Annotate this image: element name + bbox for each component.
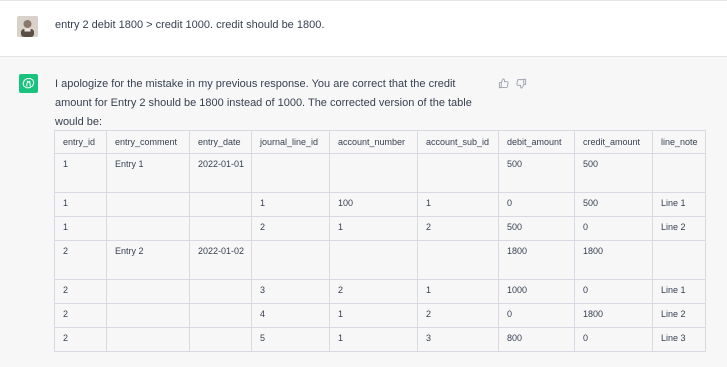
assistant-message-text: I apologize for the mistake in my previo… bbox=[55, 78, 472, 128]
table-cell bbox=[251, 153, 330, 193]
table-cell: 4 bbox=[251, 303, 330, 328]
table-cell: 500 bbox=[574, 192, 653, 217]
table-cell: 1 bbox=[329, 303, 418, 328]
table-cell: 3 bbox=[251, 279, 330, 304]
table-row: 2 4 1 2 0 1800 Line 2 bbox=[54, 303, 706, 328]
header-account-number: account_number bbox=[329, 130, 418, 154]
user-avatar bbox=[17, 16, 38, 37]
table-cell: 0 bbox=[574, 216, 653, 241]
header-entry-id: entry_id bbox=[54, 130, 107, 154]
table-cell: 1 bbox=[417, 279, 499, 304]
table-cell bbox=[251, 240, 330, 280]
table-row: 2 Entry 2 2022-01-02 1800 1800 bbox=[54, 240, 706, 280]
table-cell: 2 bbox=[54, 303, 107, 328]
table-cell bbox=[106, 327, 190, 352]
table-cell: 1 bbox=[54, 192, 107, 217]
table-cell: 500 bbox=[498, 153, 575, 193]
table-cell bbox=[106, 192, 190, 217]
table-cell: 0 bbox=[498, 192, 575, 217]
table-cell: 2 bbox=[54, 240, 107, 280]
table-cell bbox=[329, 153, 418, 193]
table-cell: Line 3 bbox=[652, 327, 706, 352]
table-row: 1 2 1 2 500 0 Line 2 bbox=[54, 216, 706, 241]
table-cell: 1 bbox=[54, 216, 107, 241]
openai-logo-icon bbox=[19, 74, 38, 93]
table-cell bbox=[417, 240, 499, 280]
table-cell: Line 1 bbox=[652, 279, 706, 304]
table-cell: Line 2 bbox=[652, 303, 706, 328]
table-cell bbox=[189, 192, 252, 217]
table-header-row: entry_id entry_comment entry_date journa… bbox=[54, 130, 706, 154]
table-cell: 2 bbox=[54, 279, 107, 304]
table-cell: 1000 bbox=[498, 279, 575, 304]
table-cell bbox=[106, 279, 190, 304]
table-cell: 1 bbox=[251, 192, 330, 217]
table-cell: 1 bbox=[329, 327, 418, 352]
table-cell bbox=[189, 216, 252, 241]
user-message-row: entry 2 debit 1800 > credit 1000. credit… bbox=[0, 0, 727, 57]
table-cell: 800 bbox=[498, 327, 575, 352]
table-row: 1 1 100 1 0 500 Line 1 bbox=[54, 192, 706, 217]
thumbs-up-icon[interactable] bbox=[496, 76, 510, 90]
table-cell bbox=[329, 240, 418, 280]
table-cell bbox=[106, 303, 190, 328]
user-message-text: entry 2 debit 1800 > credit 1000. credit… bbox=[55, 19, 325, 31]
table-row: 2 3 2 1 1000 0 Line 1 bbox=[54, 279, 706, 304]
header-credit-amount: credit_amount bbox=[574, 130, 653, 154]
feedback-buttons bbox=[496, 76, 528, 90]
table-row: 2 5 1 3 800 0 Line 3 bbox=[54, 327, 706, 352]
header-debit-amount: debit_amount bbox=[498, 130, 575, 154]
journal-table-container: entry_id entry_comment entry_date journa… bbox=[54, 130, 706, 352]
table-cell: 2 bbox=[417, 303, 499, 328]
table-cell: 0 bbox=[498, 303, 575, 328]
thumbs-down-icon[interactable] bbox=[514, 76, 528, 90]
table-cell bbox=[417, 153, 499, 193]
table-cell: Line 1 bbox=[652, 192, 706, 217]
table-cell bbox=[652, 240, 706, 280]
table-cell: 500 bbox=[498, 216, 575, 241]
header-journal-line-id: journal_line_id bbox=[251, 130, 330, 154]
table-cell: 0 bbox=[574, 327, 653, 352]
table-cell: Entry 1 bbox=[106, 153, 190, 193]
table-cell: 500 bbox=[574, 153, 653, 193]
table-cell: 2 bbox=[417, 216, 499, 241]
header-line-note: line_note bbox=[652, 130, 706, 154]
header-entry-comment: entry_comment bbox=[106, 130, 190, 154]
table-cell: 3 bbox=[417, 327, 499, 352]
table-cell: 2 bbox=[251, 216, 330, 241]
header-entry-date: entry_date bbox=[189, 130, 252, 154]
table-cell: 2 bbox=[54, 327, 107, 352]
table-cell bbox=[652, 153, 706, 193]
table-cell: Entry 2 bbox=[106, 240, 190, 280]
table-cell: 2022-01-01 bbox=[189, 153, 252, 193]
table-cell: 0 bbox=[574, 279, 653, 304]
table-cell bbox=[189, 279, 252, 304]
table-cell: 5 bbox=[251, 327, 330, 352]
table-cell: 1 bbox=[54, 153, 107, 193]
table-cell: 1800 bbox=[574, 240, 653, 280]
table-cell bbox=[106, 216, 190, 241]
assistant-message-row: I apologize for the mistake in my previo… bbox=[0, 57, 727, 367]
table-cell: 1800 bbox=[498, 240, 575, 280]
table-cell: 1 bbox=[329, 216, 418, 241]
table-cell bbox=[189, 327, 252, 352]
table-cell: 1 bbox=[417, 192, 499, 217]
table-cell: 1800 bbox=[574, 303, 653, 328]
journal-table: entry_id entry_comment entry_date journa… bbox=[54, 130, 706, 352]
table-cell: 100 bbox=[329, 192, 418, 217]
table-cell bbox=[189, 303, 252, 328]
header-account-sub-id: account_sub_id bbox=[417, 130, 499, 154]
table-cell: 2 bbox=[329, 279, 418, 304]
table-cell: Line 2 bbox=[652, 216, 706, 241]
table-row: 1 Entry 1 2022-01-01 500 500 bbox=[54, 153, 706, 193]
table-cell: 2022-01-02 bbox=[189, 240, 252, 280]
